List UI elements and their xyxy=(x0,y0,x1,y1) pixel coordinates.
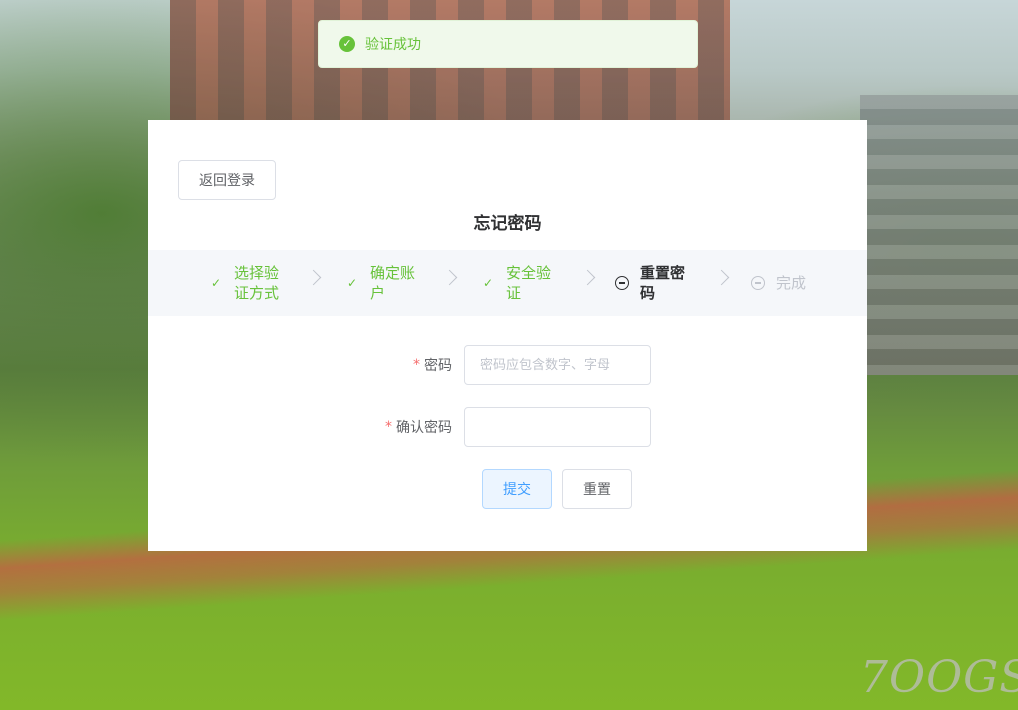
password-field[interactable] xyxy=(464,345,651,385)
submit-button[interactable]: 提交 xyxy=(482,469,552,509)
step-label: 重置密码 xyxy=(640,264,686,302)
page-title: 忘记密码 xyxy=(473,214,542,234)
check-icon: ✓ xyxy=(210,276,222,290)
check-icon: ✓ xyxy=(482,276,494,290)
step-label: 选择验 证方式 xyxy=(234,264,280,302)
required-mark: * xyxy=(413,357,420,373)
chevron-right-icon xyxy=(441,269,458,286)
watermark-logo: 7OOGS xyxy=(860,652,1018,703)
back-to-login-button[interactable]: 返回登录 xyxy=(178,160,276,200)
check-circle-icon: ✓ xyxy=(339,36,355,52)
password-row: * 密码 xyxy=(148,345,867,385)
step-security-verify: ✓ 安全验证 xyxy=(480,250,551,316)
confirm-password-field[interactable] xyxy=(464,407,651,447)
minus-circle-icon xyxy=(614,275,630,291)
background-building-right xyxy=(860,95,1018,375)
check-icon: ✓ xyxy=(346,276,358,290)
chevron-right-icon xyxy=(713,269,730,286)
step-label: 安全验证 xyxy=(506,264,552,302)
minus-circle-icon xyxy=(750,275,766,291)
success-toast: ✓ 验证成功 xyxy=(318,20,698,68)
step-reset-password: 重置密码 xyxy=(614,250,685,316)
step-label: 确定账户 xyxy=(370,264,416,302)
step-confirm-account: ✓ 确定账户 xyxy=(344,250,415,316)
step-complete: 完成 xyxy=(750,250,806,316)
required-mark: * xyxy=(385,419,392,435)
chevron-right-icon xyxy=(579,269,596,286)
step-select-method: ✓ 选择验 证方式 xyxy=(208,250,279,316)
confirm-password-label: * 确认密码 xyxy=(385,419,452,436)
password-label: * 密码 xyxy=(413,357,452,374)
reset-button[interactable]: 重置 xyxy=(562,469,632,509)
steps-bar: ✓ 选择验 证方式 ✓ 确定账户 ✓ 安全验证 重置密码 完成 xyxy=(148,250,867,316)
confirm-password-row: * 确认密码 xyxy=(148,407,867,447)
toast-message: 验证成功 xyxy=(365,37,421,53)
step-label: 完成 xyxy=(776,274,807,292)
forgot-password-card: 返回登录 忘记密码 ✓ 选择验 证方式 ✓ 确定账户 ✓ 安全验证 重置密码 完成 xyxy=(148,120,867,551)
chevron-right-icon xyxy=(305,269,322,286)
